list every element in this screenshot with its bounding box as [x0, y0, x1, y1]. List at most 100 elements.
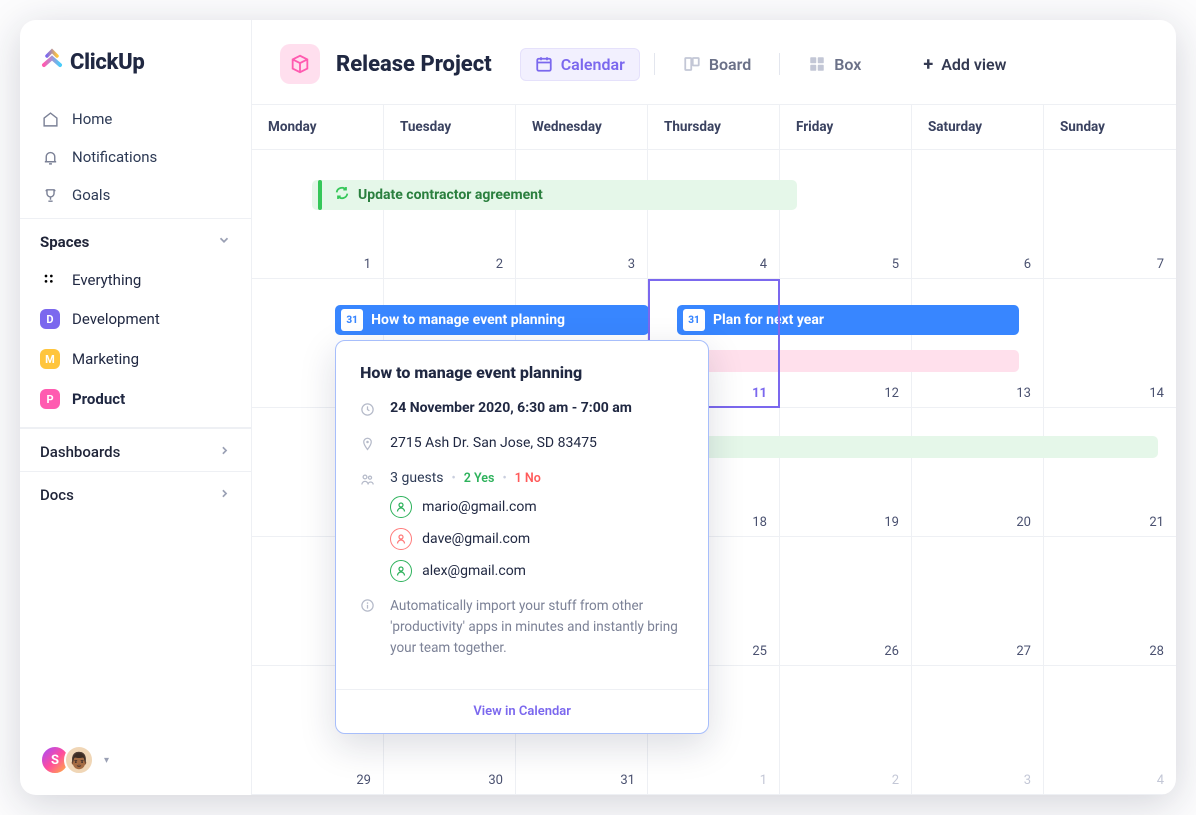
view-btn-calendar[interactable]: Calendar — [520, 48, 640, 81]
clock-icon — [360, 402, 376, 421]
calendar-cell[interactable]: 6 — [912, 150, 1044, 279]
event-title: How to manage event planning — [371, 312, 565, 328]
date-number: 3 — [628, 257, 635, 272]
popover-description-row: Automatically import your stuff from oth… — [360, 596, 684, 659]
project-title: Release Project — [336, 52, 492, 77]
view-in-calendar-link[interactable]: View in Calendar — [336, 689, 708, 733]
date-number: 18 — [752, 515, 767, 530]
everything-label: Everything — [72, 271, 141, 289]
profile-switcher[interactable]: S 👨🏾 ▾ — [20, 729, 251, 795]
popover-location: 2715 Ash Dr. San Jose, SD 83475 — [390, 435, 597, 451]
nav-dashboards[interactable]: Dashboards — [20, 428, 251, 471]
people-icon — [360, 472, 376, 491]
date-number: 11 — [752, 386, 767, 401]
guest-row[interactable]: alex@gmail.com — [390, 560, 684, 582]
space-label: Marketing — [72, 350, 139, 368]
guest-row[interactable]: mario@gmail.com — [390, 496, 684, 518]
calendar-cell[interactable]: 20 — [912, 408, 1044, 537]
sidebar-item-marketing[interactable]: M Marketing — [20, 339, 251, 379]
event-planning[interactable]: 31 How to manage event planning — [335, 305, 649, 335]
calendar-badge-icon: 31 — [341, 309, 363, 331]
calendar-cell[interactable]: 19 — [780, 408, 912, 537]
plus-icon: + — [923, 54, 933, 75]
spaces-header[interactable]: Spaces — [20, 218, 251, 261]
calendar-cell[interactable]: 4 — [1044, 666, 1176, 795]
guest-counts: 3 guests • 2 Yes • 1 No — [390, 470, 684, 486]
sidebar-item-product[interactable]: P Product — [20, 379, 251, 419]
nav-goals[interactable]: Goals — [20, 176, 251, 214]
guest-email: alex@gmail.com — [422, 563, 526, 579]
date-number: 5 — [892, 257, 899, 272]
calendar-cell[interactable]: 14 — [1044, 279, 1176, 408]
chevron-right-icon — [218, 443, 231, 461]
brand-name: ClickUp — [70, 50, 145, 75]
nav-docs[interactable]: Docs — [20, 471, 251, 514]
date-number: 6 — [1024, 257, 1031, 272]
calendar-cell[interactable]: 26 — [780, 537, 912, 666]
calendar-cell[interactable]: 3 — [516, 150, 648, 279]
date-number: 31 — [620, 773, 635, 788]
topbar: Release Project Calendar Board Box — [252, 20, 1176, 104]
date-number: 4 — [1157, 773, 1164, 788]
popover-description: Automatically import your stuff from oth… — [390, 596, 684, 659]
trophy-icon — [40, 187, 60, 204]
divider — [654, 53, 655, 75]
calendar-cell[interactable]: 27 — [912, 537, 1044, 666]
view-label: Calendar — [561, 55, 625, 74]
date-number: 28 — [1149, 644, 1164, 659]
dashboards-label: Dashboards — [40, 443, 120, 461]
calendar-week-headers: Monday Tuesday Wednesday Thursday Friday… — [252, 104, 1176, 150]
event-green-block[interactable] — [686, 436, 1157, 458]
nav-label: Notifications — [72, 148, 157, 166]
add-view-button[interactable]: + Add view — [909, 48, 1020, 81]
space-badge: D — [40, 309, 60, 329]
date-number: 3 — [1024, 773, 1031, 788]
calendar-cell[interactable]: 2 — [384, 150, 516, 279]
calendar-cell[interactable]: 7 — [1044, 150, 1176, 279]
view-btn-box[interactable]: Box — [794, 49, 875, 80]
date-number: 2 — [892, 773, 899, 788]
calendar-cell[interactable]: 4 — [648, 150, 780, 279]
sidebar-item-development[interactable]: D Development — [20, 299, 251, 339]
calendar-cell[interactable]: 3 — [912, 666, 1044, 795]
date-number: 2 — [496, 257, 503, 272]
nav-home[interactable]: Home — [20, 100, 251, 138]
nav-label: Goals — [72, 186, 110, 204]
guests-summary: 3 guests — [390, 470, 443, 486]
avatar: 👨🏾 — [64, 745, 94, 775]
calendar-grid: 1234567891011121314151617181920212223242… — [252, 150, 1176, 795]
calendar-cell[interactable]: 28 — [1044, 537, 1176, 666]
date-number: 4 — [760, 257, 767, 272]
sidebar: ClickUp Home Notifications Goals — [20, 20, 252, 795]
secondary-nav: Dashboards Docs — [20, 427, 251, 514]
date-number: 14 — [1149, 386, 1164, 401]
sidebar-item-everything[interactable]: Everything — [20, 261, 251, 299]
calendar-cell[interactable]: 12 — [780, 279, 912, 408]
info-icon — [360, 598, 376, 617]
calendar-cell[interactable]: 5 — [780, 150, 912, 279]
weekday-header: Thursday — [648, 105, 780, 150]
weekday-header: Tuesday — [384, 105, 516, 150]
calendar-cell[interactable]: 1 — [252, 150, 384, 279]
calendar-cell[interactable]: 2 — [780, 666, 912, 795]
date-number: 1 — [760, 773, 767, 788]
nav-notifications[interactable]: Notifications — [20, 138, 251, 176]
view-label: Board — [709, 55, 751, 74]
guests-no: 1 No — [515, 471, 541, 486]
guest-row[interactable]: dave@gmail.com — [390, 528, 684, 550]
box-grid-icon — [808, 55, 826, 73]
date-number: 26 — [884, 644, 899, 659]
popover-guests-row: 3 guests • 2 Yes • 1 No — [360, 470, 684, 582]
calendar-cell[interactable]: 13 — [912, 279, 1044, 408]
chevron-right-icon — [218, 486, 231, 504]
person-icon — [390, 528, 412, 550]
grid-dots-icon — [40, 272, 60, 288]
guest-email: mario@gmail.com — [422, 499, 536, 515]
brand-logo[interactable]: ClickUp — [20, 20, 251, 96]
view-btn-board[interactable]: Board — [669, 49, 765, 80]
calendar-cell[interactable]: 21 — [1044, 408, 1176, 537]
person-icon — [390, 496, 412, 518]
date-number: 1 — [364, 257, 371, 272]
event-contractor[interactable]: Update contractor agreement — [312, 180, 797, 210]
calendar-icon — [535, 55, 553, 73]
